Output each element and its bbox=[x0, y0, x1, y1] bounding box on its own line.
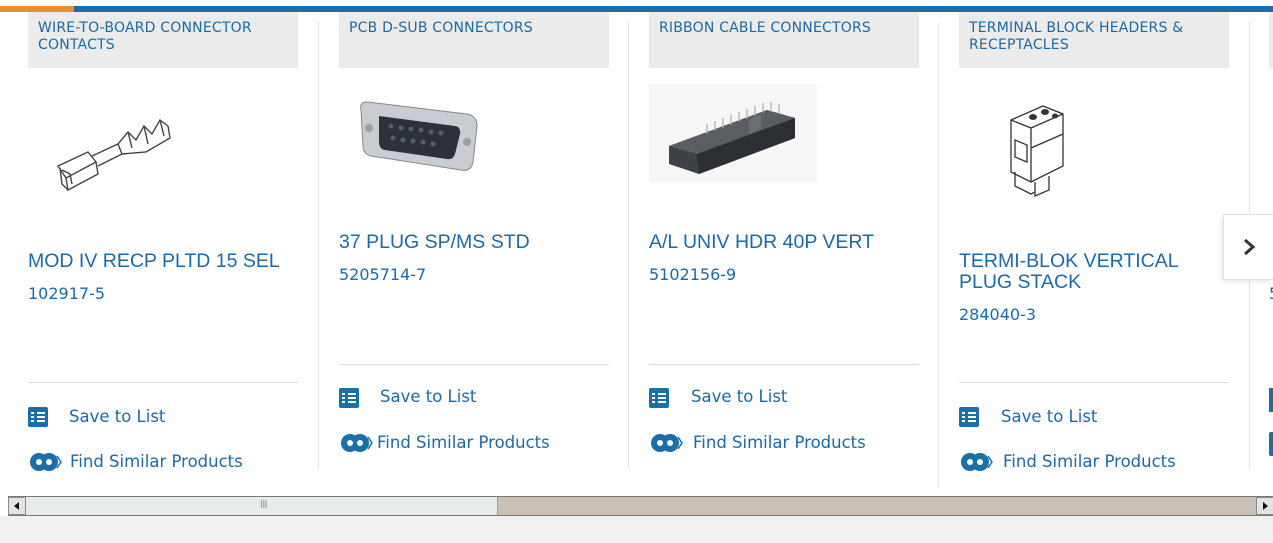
product-title[interactable]: MOD IV RECP PLTD 15 SEL bbox=[28, 251, 298, 272]
window-bottom-area bbox=[0, 516, 1273, 543]
card-divider bbox=[28, 382, 298, 383]
product-title[interactable]: A/L UNIV HDR 40P VERT bbox=[649, 232, 919, 253]
category-label[interactable]: WIRE-TO-BOARD CONNECTOR CONTACTS bbox=[28, 12, 298, 68]
scroll-right-button[interactable] bbox=[1256, 497, 1273, 515]
product-card: TERMINAL BLOCK HEADERS & RECEPTACLES TER… bbox=[959, 12, 1229, 472]
part-number[interactable]: 102917-5 bbox=[28, 284, 105, 303]
part-number[interactable]: 284040-3 bbox=[959, 305, 1036, 324]
find-similar-icon[interactable] bbox=[339, 431, 373, 455]
card-divider bbox=[959, 382, 1229, 383]
product-title[interactable]: TERMI-BLOK VERTICAL PLUG STACK bbox=[959, 251, 1229, 293]
checklist-icon[interactable] bbox=[28, 407, 48, 427]
find-similar-icon[interactable] bbox=[959, 450, 993, 474]
horizontal-scrollbar[interactable]: III bbox=[8, 496, 1273, 516]
card-divider bbox=[649, 364, 919, 365]
category-label[interactable]: TERMINAL BLOCK HEADERS & RECEPTACLES bbox=[959, 12, 1229, 68]
part-number[interactable]: 5205714-7 bbox=[339, 265, 426, 284]
checklist-icon[interactable] bbox=[959, 407, 979, 427]
save-to-list-link[interactable]: Save to List bbox=[1001, 407, 1097, 426]
product-card: RIBBON CABLE CONNECTORS A/L UNIV HDR 40P… bbox=[649, 12, 919, 472]
category-label[interactable]: RIBBON CABLE CONNECTORS bbox=[649, 12, 919, 68]
save-to-list-link[interactable]: Save to List bbox=[691, 387, 787, 406]
partial-checklist-icon bbox=[1269, 388, 1273, 412]
save-to-list-link[interactable]: Save to List bbox=[69, 407, 165, 426]
find-similar-icon[interactable] bbox=[649, 431, 683, 455]
checklist-icon[interactable] bbox=[339, 388, 359, 408]
arrow-right-icon bbox=[1263, 502, 1268, 510]
partial-part-number: 5 bbox=[1269, 284, 1273, 303]
card-separator bbox=[628, 22, 629, 468]
find-similar-link[interactable]: Find Similar Products bbox=[377, 433, 550, 452]
find-similar-link[interactable]: Find Similar Products bbox=[693, 433, 866, 452]
find-similar-icon[interactable] bbox=[28, 450, 62, 474]
partial-find-similar-icon bbox=[1269, 432, 1273, 456]
card-separator bbox=[318, 22, 319, 468]
chevron-right-icon bbox=[1243, 238, 1255, 256]
partial-card-category bbox=[1269, 12, 1273, 68]
scrollbar-grip: III bbox=[260, 498, 268, 511]
product-title[interactable]: 37 PLUG SP/MS STD bbox=[339, 232, 609, 253]
terminal-block-image[interactable] bbox=[1001, 100, 1081, 200]
part-number[interactable]: 5102156-9 bbox=[649, 265, 736, 284]
scroll-left-button[interactable] bbox=[8, 497, 26, 515]
category-label[interactable]: PCB D-SUB CONNECTORS bbox=[339, 12, 609, 68]
ribbon-header-image[interactable] bbox=[649, 84, 817, 182]
find-similar-link[interactable]: Find Similar Products bbox=[70, 452, 243, 471]
save-to-list-link[interactable]: Save to List bbox=[380, 387, 476, 406]
product-card: WIRE-TO-BOARD CONNECTOR CONTACTS MOD IV … bbox=[28, 12, 298, 472]
checklist-icon[interactable] bbox=[649, 388, 669, 408]
find-similar-link[interactable]: Find Similar Products bbox=[1003, 452, 1176, 471]
crimp-contact-image[interactable] bbox=[48, 104, 193, 199]
dsub-connector-image[interactable] bbox=[357, 92, 482, 182]
scrollbar-thumb[interactable]: III bbox=[26, 497, 498, 515]
arrow-left-icon bbox=[14, 502, 19, 510]
carousel-next-button[interactable] bbox=[1223, 214, 1273, 280]
card-separator bbox=[938, 22, 939, 487]
card-divider bbox=[339, 364, 609, 365]
product-card: PCB D-SUB CONNECTORS 37 PLUG SP/MS STD 5… bbox=[339, 12, 609, 472]
